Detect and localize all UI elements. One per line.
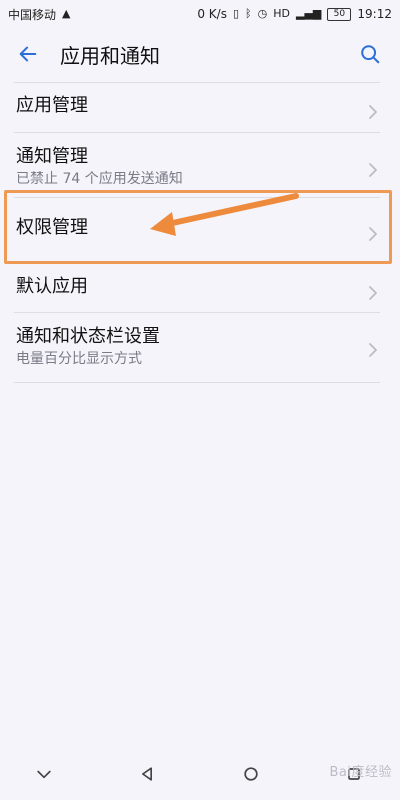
settings-item-permission-management[interactable]: 权限管理 — [0, 217, 400, 251]
search-button[interactable] — [356, 40, 384, 68]
chevron-right-icon — [368, 226, 378, 242]
search-icon — [361, 45, 380, 64]
chevron-right-icon — [368, 285, 378, 301]
settings-item-subtitle: 电量百分比显示方式 — [16, 351, 142, 367]
settings-item-title: 通知管理 — [16, 146, 88, 167]
settings-item-notification-status-bar[interactable]: 通知和状态栏设置 电量百分比显示方式 — [0, 326, 400, 374]
settings-divider — [14, 197, 380, 198]
status-bar: 中国移动 ▲ 0 K/s ▯ ᛒ ◷ HD ▂▄▆ 50 19:12 — [0, 0, 400, 28]
triangle-back-icon — [142, 767, 153, 781]
settings-divider — [14, 382, 380, 383]
chevron-right-icon — [368, 162, 378, 178]
carrier-label: 中国移动 — [8, 7, 57, 22]
vibrate-icon: ▯ — [232, 7, 240, 20]
chevron-right-icon — [368, 104, 378, 120]
bluetooth-icon: ᛒ — [245, 7, 252, 20]
network-speed: 0 K/s — [197, 7, 227, 21]
header-divider — [14, 82, 380, 83]
settings-divider — [14, 261, 380, 262]
chevron-right-icon — [368, 342, 378, 358]
alarm-icon: ◷ — [257, 7, 268, 20]
circle-home-icon — [243, 767, 258, 781]
back-arrow-icon — [19, 46, 37, 62]
nav-collapse-button[interactable] — [32, 762, 56, 786]
watermark: Bai度经验 — [329, 765, 392, 780]
settings-item-subtitle: 已禁止 74 个应用发送通知 — [16, 171, 183, 187]
settings-item-title: 应用管理 — [16, 95, 88, 116]
chevron-down-icon — [37, 770, 51, 779]
signal-bars-icon: ▂▄▆ — [296, 7, 322, 20]
status-right: 0 K/s ▯ ᛒ ◷ HD ▂▄▆ 50 19:12 — [197, 7, 392, 21]
back-button[interactable] — [16, 42, 40, 66]
page-title: 应用和通知 — [60, 43, 160, 68]
app-bar: 应用和通知 — [0, 28, 400, 80]
hd-badge: HD — [273, 7, 291, 20]
signal-icon: ▲ — [62, 7, 71, 20]
time-label: 19:12 — [357, 7, 392, 21]
settings-item-title: 权限管理 — [16, 217, 88, 238]
settings-item-notification-management[interactable]: 通知管理 已禁止 74 个应用发送通知 — [0, 146, 400, 194]
settings-item-app-management[interactable]: 应用管理 — [0, 95, 400, 129]
settings-divider — [14, 132, 380, 133]
nav-home-button[interactable] — [239, 762, 263, 786]
settings-item-title: 默认应用 — [16, 276, 88, 297]
status-left: 中国移动 ▲ — [8, 6, 70, 23]
nav-back-button[interactable] — [135, 762, 159, 786]
settings-divider — [14, 312, 380, 313]
settings-item-title: 通知和状态栏设置 — [16, 326, 160, 347]
battery-level: 50 — [333, 8, 346, 19]
settings-item-default-apps[interactable]: 默认应用 — [0, 276, 400, 310]
battery-icon: 50 — [327, 7, 352, 21]
